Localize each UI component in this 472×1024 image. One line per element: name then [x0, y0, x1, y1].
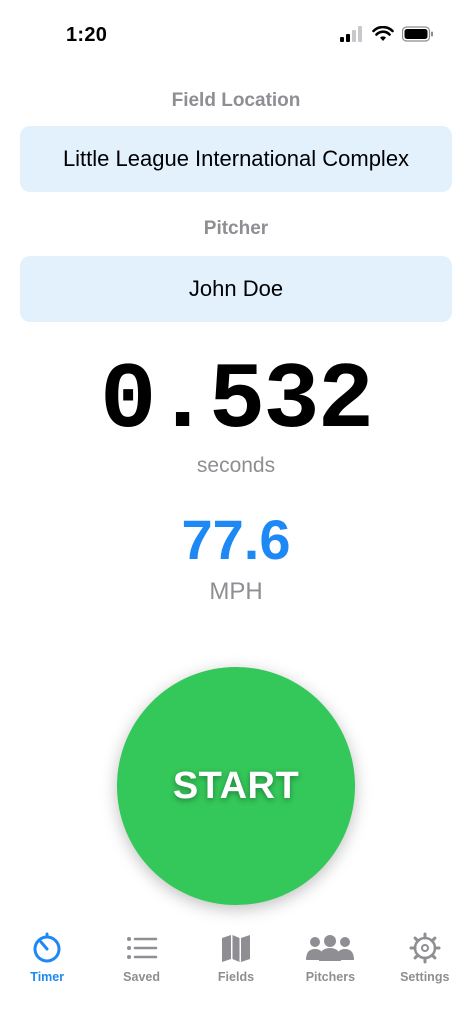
field-location-selector[interactable]: Little League International Complex	[20, 126, 452, 192]
people-icon	[305, 928, 355, 968]
pitcher-value: John Doe	[188, 276, 284, 301]
start-button[interactable]: START	[117, 667, 355, 905]
tab-timer-label: Timer	[30, 970, 65, 984]
tab-pitchers-label: Pitchers	[305, 970, 356, 984]
list-icon	[126, 928, 158, 968]
map-icon	[220, 928, 252, 968]
start-button-label: START	[172, 764, 300, 807]
tab-saved-label: Saved	[123, 970, 160, 984]
mph-value: 77.6	[181, 508, 291, 571]
tab-saved[interactable]: Saved	[94, 922, 188, 992]
wifi-icon	[372, 26, 394, 41]
battery-icon	[402, 26, 433, 42]
gear-icon	[409, 928, 441, 968]
tab-bar: Timer Saved Fields Pitchers Settings	[0, 922, 472, 992]
field-location-value: Little League International Complex	[62, 146, 410, 171]
cellular-signal-icon	[340, 26, 362, 42]
seconds-unit: seconds	[196, 454, 276, 477]
status-icons	[340, 26, 434, 42]
tab-fields[interactable]: Fields	[189, 922, 283, 992]
stopwatch-icon	[31, 928, 63, 968]
seconds-value: 0.532	[99, 349, 374, 455]
pitcher-selector[interactable]: John Doe	[20, 256, 452, 322]
mph-unit: MPH	[209, 578, 263, 605]
tab-settings-label: Settings	[400, 970, 450, 984]
field-location-label: Field Location	[171, 90, 301, 111]
status-bar: 1:20	[0, 0, 472, 70]
pitcher-label: Pitcher	[203, 218, 269, 239]
tab-settings[interactable]: Settings	[378, 922, 472, 992]
tab-pitchers[interactable]: Pitchers	[283, 922, 377, 992]
status-time: 1:20	[66, 24, 108, 46]
tab-timer[interactable]: Timer	[0, 922, 94, 992]
tab-fields-label: Fields	[217, 970, 255, 984]
